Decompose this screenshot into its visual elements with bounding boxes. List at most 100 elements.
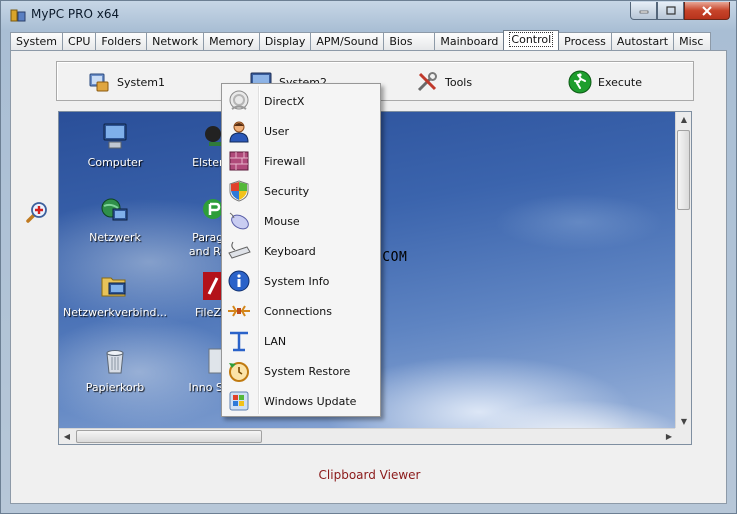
desktop-icon-label: Netzwerk [89,231,141,244]
tab-apm-sound[interactable]: APM/Sound [310,32,385,51]
menu-item-lan[interactable]: LAN [224,326,378,356]
menu-item-label: System Restore [264,364,351,378]
horizontal-scroll-thumb[interactable] [76,430,262,443]
menu-item-label: DirectX [264,94,305,108]
lan-icon [230,331,248,352]
menu-item-user[interactable]: User [224,116,378,146]
user-icon [229,121,249,143]
system1-button[interactable]: System1 [87,70,165,94]
tab-label: Misc [679,35,704,48]
tab-label: CPU [68,35,91,48]
recycle-bin-icon [106,350,124,374]
tools-button[interactable]: Tools [415,70,472,94]
app-icon [10,9,26,22]
tab-label: Bios [389,35,413,48]
tab-network[interactable]: Network [146,32,205,51]
menu-item-label: User [264,124,290,138]
menu-item-keyboard[interactable]: Keyboard [224,236,378,266]
menu-item-label: Security [264,184,310,198]
tab-mainboard[interactable]: Mainboard [434,32,505,51]
tab-label: System [16,35,58,48]
scrollbar-corner [675,428,691,444]
window-title: MyPC PRO x64 [31,7,120,21]
tab-label: APM/Sound [316,35,379,48]
scroll-left-icon[interactable]: ◀ [59,429,75,444]
network-globe-icon [101,198,128,221]
minimize-button[interactable] [630,2,657,20]
tab-label: Display [264,35,306,48]
tab-bios[interactable]: Bios [383,32,436,51]
tab-display[interactable]: Display [258,32,312,51]
tab-cpu[interactable]: CPU [62,32,97,51]
menu-item-security[interactable]: Security [224,176,378,206]
menu-item-label: Firewall [264,154,306,168]
info-icon [228,270,250,292]
desktop-icon-netzwerk[interactable]: Netzwerk [60,195,170,245]
desktop-icon-label: Computer [87,156,143,169]
connections-icon [228,305,250,317]
app-window: MyPC PRO x64 System CPU Folders Network … [0,0,737,514]
tab-control[interactable]: Control [503,30,560,50]
menu-item-system-info[interactable]: System Info [224,266,378,296]
tab-memory[interactable]: Memory [203,32,260,51]
maximize-button[interactable] [657,2,684,20]
menu-item-connections[interactable]: Connections [224,296,378,326]
menu-item-label: Windows Update [264,394,357,408]
desktop-icon-label: Papierkorb [85,381,145,394]
execute-button[interactable]: Execute [568,70,642,94]
menu-item-system-restore[interactable]: System Restore [224,356,378,386]
keyboard-icon [228,241,251,259]
tab-system[interactable]: System [10,32,64,51]
clipboard-viewer-link[interactable]: Clipboard Viewer [1,468,737,482]
tab-label: Network [152,35,199,48]
tab-strip: System CPU Folders Network Memory Displa… [10,30,712,51]
tab-label: Autostart [616,35,669,48]
security-shield-icon [229,180,249,202]
network-connections-icon [101,277,126,297]
desktop-icon-netzwerkverbindungen[interactable]: Netzwerkverbind... [60,270,170,320]
desktop-icon-label: Netzwerkverbind... [62,306,168,319]
tab-process[interactable]: Process [558,32,612,51]
tools-icon [417,72,437,92]
minimize-icon [639,10,648,13]
title-bar[interactable]: MyPC PRO x64 [1,1,736,29]
menu-item-label: Mouse [264,214,300,228]
tab-label: Memory [209,35,254,48]
vertical-scrollbar[interactable]: ▲ ▼ [675,112,691,430]
desktop-icon-papierkorb[interactable]: Papierkorb [60,345,170,395]
horizontal-scrollbar[interactable]: ◀ ▶ [59,428,677,444]
tab-label: Folders [101,35,142,48]
tools-label: Tools [445,75,473,89]
tab-folders[interactable]: Folders [95,32,148,51]
tab-label: Control [509,32,554,47]
computer-icon [103,123,127,149]
menu-item-mouse[interactable]: Mouse [224,206,378,236]
tab-label: Process [564,35,606,48]
scroll-up-icon[interactable]: ▲ [676,112,691,128]
control-context-menu: DirectX User Firewall Security Mouse Key… [221,83,381,417]
firewall-icon [229,151,249,171]
close-button[interactable] [684,2,730,20]
restore-icon [229,362,249,382]
zoom-in-icon[interactable] [25,200,49,224]
windows-update-icon [229,391,249,411]
menu-item-firewall[interactable]: Firewall [224,146,378,176]
maximize-icon [665,6,676,15]
tab-autostart[interactable]: Autostart [610,32,675,51]
execute-icon [568,70,592,94]
directx-icon [229,90,249,110]
menu-item-label: LAN [264,334,287,348]
tab-label: Mainboard [440,35,499,48]
menu-item-windows-update[interactable]: Windows Update [224,386,378,416]
vertical-scroll-thumb[interactable] [677,130,690,210]
tab-misc[interactable]: Misc [673,32,712,51]
execute-label: Execute [598,75,642,89]
close-icon [702,5,712,16]
system1-label: System1 [117,75,166,89]
menu-item-label: Keyboard [264,244,316,258]
menu-item-directx[interactable]: DirectX [224,86,378,116]
system1-icon [89,73,109,92]
mouse-icon [229,212,249,230]
menu-item-label: System Info [264,274,330,288]
desktop-icon-computer[interactable]: Computer [60,120,170,170]
